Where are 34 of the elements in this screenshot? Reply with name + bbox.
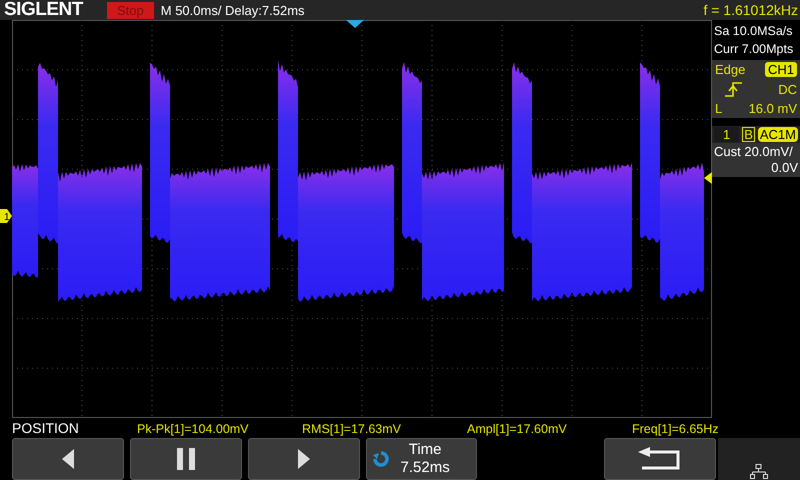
back-key[interactable] [604, 438, 716, 480]
channel-offset: 0.0V [770, 160, 799, 177]
channel-coupling: AC1M [758, 127, 798, 142]
network-icon [750, 464, 768, 480]
run-state: Stop [107, 2, 154, 18]
bandwidth-limit: B [742, 127, 755, 142]
rotate-knob-icon [372, 451, 389, 467]
measurement-readout: Ampl[1]=17.60mV [467, 422, 568, 436]
channel-marker: 1 [0, 209, 12, 223]
return-arrow-icon [638, 447, 682, 471]
frequency-readout: f = 1.61012kHz [703, 2, 799, 18]
trigger-source: CH1 [764, 62, 797, 77]
sample-rate: Sa 10.0MSa/s [714, 23, 794, 40]
channel-number: 1 [714, 127, 740, 142]
trigger-level: 16.0 mV [748, 101, 797, 116]
trigger-coupling: DC [778, 82, 797, 96]
measurement-readout: Freq[1]=6.65Hz [632, 422, 720, 436]
right-arrow-icon [298, 449, 310, 469]
right-key[interactable] [248, 438, 360, 480]
measurement-readout: Pk-Pk[1]=104.00mV [137, 422, 250, 436]
measurement-readout: RMS[1]=17.63mV [302, 422, 402, 436]
brand-logo: SIGLENT [3, 0, 84, 21]
rising-edge-icon [725, 81, 743, 97]
left-arrow-icon [62, 449, 74, 469]
left-key[interactable] [12, 438, 124, 480]
trigger-type: Edge [715, 62, 746, 77]
menu-title: POSITION [11, 420, 80, 436]
vertical-scale: Cust 20.0mV/ [713, 143, 794, 160]
time-key[interactable]: Time 7.52ms [366, 438, 478, 480]
level-label: L [715, 101, 724, 116]
pause-key[interactable] [130, 438, 242, 480]
pause-icon [176, 448, 195, 470]
timebase-label: M 50.0ms/ Delay:7.52ms [160, 2, 305, 18]
memory-depth: Curr 7.00Mpts [714, 41, 794, 58]
